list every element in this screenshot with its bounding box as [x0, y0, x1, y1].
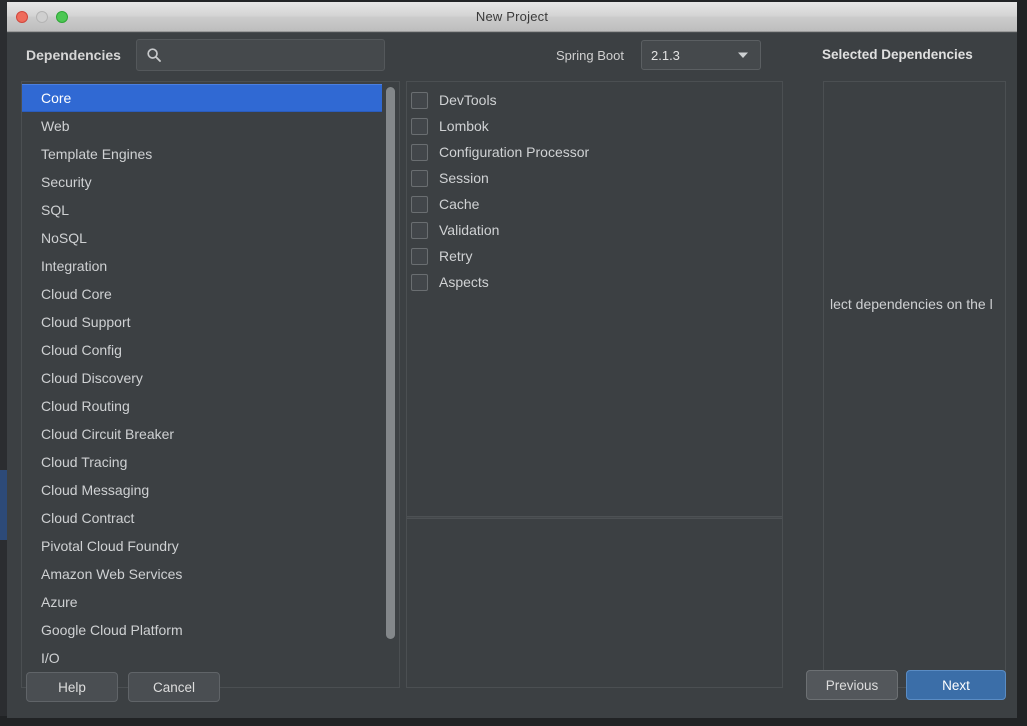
- category-item[interactable]: Core: [22, 84, 382, 112]
- category-item[interactable]: Pivotal Cloud Foundry: [22, 532, 382, 560]
- module-label: Configuration Processor: [439, 144, 590, 160]
- module-checkbox[interactable]: [411, 195, 428, 213]
- category-item[interactable]: Cloud Config: [22, 336, 382, 364]
- module-item[interactable]: Session: [407, 165, 782, 191]
- close-window-button[interactable]: [16, 11, 28, 23]
- title-bar: New Project: [7, 2, 1017, 32]
- selected-dependencies-title: Selected Dependencies: [822, 47, 973, 62]
- category-item[interactable]: Integration: [22, 252, 382, 280]
- dependencies-label: Dependencies: [26, 47, 121, 63]
- new-project-dialog: New Project Dependencies Spring Boot 2.1…: [7, 2, 1017, 718]
- zoom-window-button[interactable]: [56, 11, 68, 23]
- module-label: Cache: [439, 196, 480, 212]
- module-item[interactable]: DevTools: [407, 87, 782, 113]
- module-checkbox[interactable]: [411, 91, 428, 109]
- spring-boot-version-value: 2.1.3: [651, 47, 680, 63]
- category-item[interactable]: Web: [22, 112, 382, 140]
- spring-boot-label: Spring Boot: [556, 48, 624, 63]
- module-label: Validation: [439, 222, 500, 238]
- category-item[interactable]: Cloud Support: [22, 308, 382, 336]
- categories-panel: Core Web Template Engines Security SQL NoSQL I…: [21, 81, 400, 688]
- module-checkbox[interactable]: [411, 143, 428, 161]
- modules-list[interactable]: DevTools Lombok Configuration Processor Ses…: [407, 82, 782, 515]
- categories-list[interactable]: Core Web Template Engines Security SQL NoSQL I…: [22, 84, 382, 672]
- category-item[interactable]: Cloud Routing: [22, 392, 382, 420]
- modules-splitter[interactable]: [407, 516, 782, 519]
- category-item[interactable]: Cloud Tracing: [22, 448, 382, 476]
- modules-panel: DevTools Lombok Configuration Processor Ses…: [406, 81, 783, 688]
- category-item[interactable]: Cloud Contract: [22, 504, 382, 532]
- module-item[interactable]: Validation: [407, 217, 782, 243]
- module-label: Retry: [439, 248, 473, 264]
- module-label: Session: [439, 170, 489, 186]
- category-item[interactable]: Cloud Core: [22, 280, 382, 308]
- category-item[interactable]: Cloud Messaging: [22, 476, 382, 504]
- module-checkbox[interactable]: [411, 117, 428, 135]
- module-checkbox[interactable]: [411, 221, 428, 239]
- cancel-button[interactable]: Cancel: [128, 672, 220, 702]
- next-button[interactable]: Next: [906, 670, 1006, 700]
- module-checkbox[interactable]: [411, 273, 428, 291]
- dialog-footer: Help Cancel Previous Next: [7, 660, 1017, 718]
- categories-scrollbar-thumb[interactable]: [386, 87, 395, 639]
- module-item[interactable]: Retry: [407, 243, 782, 269]
- chevron-down-icon: [738, 52, 748, 58]
- window-title: New Project: [475, 9, 549, 24]
- search-icon: [147, 48, 161, 62]
- module-item[interactable]: Configuration Processor: [407, 139, 782, 165]
- category-item[interactable]: Security: [22, 168, 382, 196]
- category-item[interactable]: Cloud Discovery: [22, 364, 382, 392]
- category-item[interactable]: Cloud Circuit Breaker: [22, 420, 382, 448]
- module-label: Aspects: [439, 274, 489, 290]
- spring-boot-version-select[interactable]: 2.1.3: [641, 40, 761, 70]
- category-item[interactable]: Template Engines: [22, 140, 382, 168]
- module-checkbox[interactable]: [411, 169, 428, 187]
- help-button[interactable]: Help: [26, 672, 118, 702]
- module-checkbox[interactable]: [411, 247, 428, 265]
- category-item[interactable]: Google Cloud Platform: [22, 616, 382, 644]
- category-item[interactable]: Azure: [22, 588, 382, 616]
- module-item[interactable]: Lombok: [407, 113, 782, 139]
- module-label: Lombok: [439, 118, 489, 134]
- search-input[interactable]: [162, 40, 384, 70]
- dialog-header: Dependencies Spring Boot 2.1.3 Selected …: [7, 33, 1017, 81]
- selected-dependencies-empty-message: lect dependencies on the l: [830, 296, 993, 312]
- background-ide-accent: [0, 470, 7, 540]
- module-item[interactable]: Aspects: [407, 269, 782, 295]
- category-item[interactable]: Amazon Web Services: [22, 560, 382, 588]
- minimize-window-button[interactable]: [36, 11, 48, 23]
- selected-dependencies-panel: lect dependencies on the l: [823, 81, 1006, 688]
- category-item[interactable]: SQL: [22, 196, 382, 224]
- module-label: DevTools: [439, 92, 497, 108]
- categories-scrollbar[interactable]: [384, 83, 398, 687]
- search-field[interactable]: [136, 39, 385, 71]
- module-item[interactable]: Cache: [407, 191, 782, 217]
- dialog-body: Dependencies Spring Boot 2.1.3 Selected …: [7, 32, 1017, 718]
- category-item[interactable]: NoSQL: [22, 224, 382, 252]
- previous-button[interactable]: Previous: [806, 670, 898, 700]
